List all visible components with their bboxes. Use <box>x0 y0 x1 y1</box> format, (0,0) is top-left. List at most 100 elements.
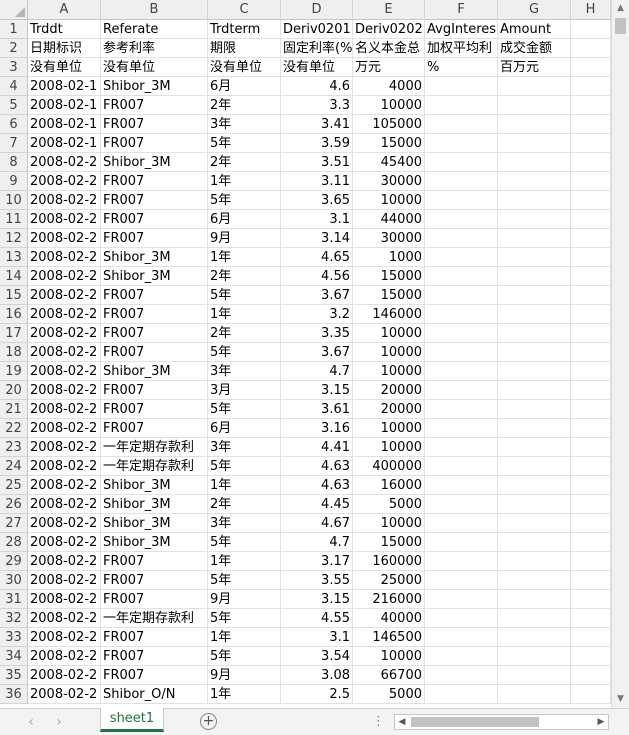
cell-e13[interactable]: 1000 <box>353 248 425 267</box>
cell-f22[interactable] <box>425 419 498 438</box>
row-header[interactable]: 10 <box>0 191 28 210</box>
cell-b34[interactable]: FR007 <box>101 647 208 666</box>
cell-e6[interactable]: 105000 <box>353 115 425 134</box>
cell-d15[interactable]: 3.67 <box>281 286 353 305</box>
cell-b1[interactable]: Referate <box>101 20 208 39</box>
cell-h13[interactable] <box>571 248 611 267</box>
cell-b14[interactable]: Shibor_3M <box>101 267 208 286</box>
cell-c10[interactable]: 5年 <box>208 191 281 210</box>
cell-e27[interactable]: 10000 <box>353 514 425 533</box>
cell-b17[interactable]: FR007 <box>101 324 208 343</box>
cell-h27[interactable] <box>571 514 611 533</box>
horizontal-scroll-thumb[interactable] <box>411 717 539 727</box>
cell-d34[interactable]: 3.54 <box>281 647 353 666</box>
column-header-d[interactable]: D <box>281 0 353 20</box>
cell-f23[interactable] <box>425 438 498 457</box>
cell-a16[interactable]: 2008-02-2 <box>28 305 101 324</box>
cell-f3[interactable]: % <box>425 58 498 77</box>
cell-f26[interactable] <box>425 495 498 514</box>
row-header[interactable]: 7 <box>0 134 28 153</box>
row-header[interactable]: 26 <box>0 495 28 514</box>
cell-h2[interactable] <box>571 39 611 58</box>
cell-g33[interactable] <box>498 628 571 647</box>
cell-g14[interactable] <box>498 267 571 286</box>
cell-f15[interactable] <box>425 286 498 305</box>
cell-c28[interactable]: 5年 <box>208 533 281 552</box>
cell-f29[interactable] <box>425 552 498 571</box>
cell-e22[interactable]: 10000 <box>353 419 425 438</box>
column-header-c[interactable]: C <box>208 0 281 20</box>
cell-f25[interactable] <box>425 476 498 495</box>
cell-e2[interactable]: 名义本金总 <box>353 39 425 58</box>
cell-f17[interactable] <box>425 324 498 343</box>
cell-h32[interactable] <box>571 609 611 628</box>
cell-a25[interactable]: 2008-02-2 <box>28 476 101 495</box>
cell-d33[interactable]: 3.1 <box>281 628 353 647</box>
column-header-a[interactable]: A <box>28 0 101 20</box>
cell-g1[interactable]: Amount <box>498 20 571 39</box>
cell-h12[interactable] <box>571 229 611 248</box>
cell-e12[interactable]: 30000 <box>353 229 425 248</box>
cell-c29[interactable]: 1年 <box>208 552 281 571</box>
vertical-scroll-thumb[interactable] <box>615 18 626 34</box>
row-header[interactable]: 30 <box>0 571 28 590</box>
cell-d36[interactable]: 2.5 <box>281 685 353 704</box>
cell-h20[interactable] <box>571 381 611 400</box>
cell-b6[interactable]: FR007 <box>101 115 208 134</box>
cell-b27[interactable]: Shibor_3M <box>101 514 208 533</box>
cell-g35[interactable] <box>498 666 571 685</box>
cell-e1[interactable]: Deriv0202 <box>353 20 425 39</box>
cell-d17[interactable]: 3.35 <box>281 324 353 343</box>
cell-a36[interactable]: 2008-02-2 <box>28 685 101 704</box>
cell-b21[interactable]: FR007 <box>101 400 208 419</box>
cell-f16[interactable] <box>425 305 498 324</box>
cell-e21[interactable]: 20000 <box>353 400 425 419</box>
cell-a20[interactable]: 2008-02-2 <box>28 381 101 400</box>
cell-f14[interactable] <box>425 267 498 286</box>
cell-e7[interactable]: 15000 <box>353 134 425 153</box>
cell-h10[interactable] <box>571 191 611 210</box>
cell-c12[interactable]: 9月 <box>208 229 281 248</box>
row-header[interactable]: 17 <box>0 324 28 343</box>
cell-d30[interactable]: 3.55 <box>281 571 353 590</box>
cell-f30[interactable] <box>425 571 498 590</box>
cell-c17[interactable]: 2年 <box>208 324 281 343</box>
cell-a14[interactable]: 2008-02-2 <box>28 267 101 286</box>
more-options-icon[interactable]: ⋮ <box>372 713 385 731</box>
cell-e25[interactable]: 16000 <box>353 476 425 495</box>
cell-e3[interactable]: 万元 <box>353 58 425 77</box>
cell-g13[interactable] <box>498 248 571 267</box>
row-header[interactable]: 12 <box>0 229 28 248</box>
cell-a30[interactable]: 2008-02-2 <box>28 571 101 590</box>
cell-h34[interactable] <box>571 647 611 666</box>
row-header[interactable]: 21 <box>0 400 28 419</box>
cell-a19[interactable]: 2008-02-2 <box>28 362 101 381</box>
column-header-e[interactable]: E <box>353 0 425 20</box>
row-header[interactable]: 31 <box>0 590 28 609</box>
cell-f10[interactable] <box>425 191 498 210</box>
cell-h35[interactable] <box>571 666 611 685</box>
cell-a7[interactable]: 2008-02-1 <box>28 134 101 153</box>
cell-b35[interactable]: FR007 <box>101 666 208 685</box>
cell-h17[interactable] <box>571 324 611 343</box>
cell-c21[interactable]: 5年 <box>208 400 281 419</box>
cell-g27[interactable] <box>498 514 571 533</box>
cell-g36[interactable] <box>498 685 571 704</box>
cell-g7[interactable] <box>498 134 571 153</box>
cell-h26[interactable] <box>571 495 611 514</box>
cell-h4[interactable] <box>571 77 611 96</box>
cell-b24[interactable]: 一年定期存款利 <box>101 457 208 476</box>
cell-c14[interactable]: 2年 <box>208 267 281 286</box>
cell-d19[interactable]: 4.7 <box>281 362 353 381</box>
cell-e23[interactable]: 10000 <box>353 438 425 457</box>
cell-g3[interactable]: 百万元 <box>498 58 571 77</box>
select-all-corner[interactable] <box>0 0 28 20</box>
cell-d29[interactable]: 3.17 <box>281 552 353 571</box>
cell-c35[interactable]: 9月 <box>208 666 281 685</box>
cell-d22[interactable]: 3.16 <box>281 419 353 438</box>
cell-d9[interactable]: 3.11 <box>281 172 353 191</box>
cell-d25[interactable]: 4.63 <box>281 476 353 495</box>
cell-f34[interactable] <box>425 647 498 666</box>
cell-b4[interactable]: Shibor_3M <box>101 77 208 96</box>
cell-f32[interactable] <box>425 609 498 628</box>
